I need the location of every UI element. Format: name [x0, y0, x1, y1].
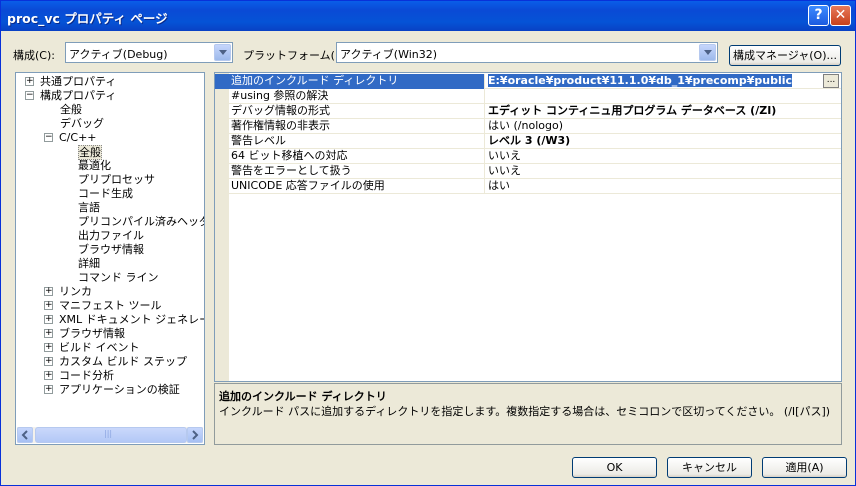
tree-item-label: コード分析 [59, 369, 114, 382]
property-value: E:¥oracle¥product¥11.1.0¥db_1¥precomp¥pu… [488, 74, 793, 87]
scroll-thumb[interactable]: ||| [35, 427, 187, 443]
config-manager-button[interactable]: 構成マネージャ(O)... [729, 45, 841, 66]
platform-label: プラットフォーム(P): [243, 49, 350, 62]
description-text: インクルード パスに追加するディレクトリを指定します。複数指定する場合は、セミコ… [219, 405, 831, 418]
property-value-cell[interactable]: はい (/nologo) [485, 119, 841, 134]
expand-icon[interactable]: + [44, 385, 53, 394]
tree-item-label: C/C++ [59, 131, 97, 144]
expand-icon[interactable]: + [44, 329, 53, 338]
tree-item-label: プリコンパイル済みヘッダー [78, 215, 204, 228]
config-combo[interactable]: アクティブ(Debug) [65, 42, 233, 63]
property-value: はい [488, 179, 510, 192]
property-value-cell[interactable]: E:¥oracle¥product¥11.1.0¥db_1¥precomp¥pu… [485, 74, 841, 89]
category-tree[interactable]: ||| + 共通プロパティ − 構成プロパティ 全般 デバッグ − C/C++ 全般 最適化 プリプ… [15, 72, 205, 445]
tree-item-label: 全般 [78, 145, 102, 160]
tree-item-label: ブラウザ情報 [78, 243, 144, 256]
property-name: 追加のインクルード ディレクトリ [215, 74, 485, 89]
property-value-cell[interactable]: エディット コンティニュ用プログラム データベース (/ZI) [485, 104, 841, 119]
tree-item-label: マニフェスト ツール [59, 299, 162, 312]
chevron-down-icon[interactable] [214, 44, 231, 61]
title-bar[interactable]: proc_vc プロパティ ページ ? ✕ [1, 1, 855, 31]
browse-ellipsis-button[interactable]: ... [823, 74, 839, 88]
property-value: エディット コンティニュ用プログラム データベース (/ZI) [488, 104, 777, 117]
tree-horizontal-scrollbar[interactable]: ||| [17, 427, 203, 443]
tree-item-label: 共通プロパティ [40, 75, 117, 88]
close-button[interactable]: ✕ [830, 5, 851, 26]
scroll-left-button[interactable] [17, 427, 33, 443]
property-row[interactable]: 64 ビット移植への対応 いいえ [215, 149, 841, 164]
property-value-cell[interactable]: いいえ [485, 164, 841, 179]
property-value-cell[interactable]: はい [485, 179, 841, 194]
property-name: デバッグ情報の形式 [215, 104, 485, 119]
property-name: UNICODE 応答ファイルの使用 [215, 179, 485, 194]
tree-item-label: 詳細 [78, 257, 100, 270]
tree-item-label: プリプロセッサ [78, 173, 155, 186]
property-name: 警告をエラーとして扱う [215, 164, 485, 179]
property-value-cell[interactable] [485, 89, 841, 104]
tree-item-label: リンカ [59, 285, 92, 298]
tree-item-label: ビルド イベント [59, 341, 140, 354]
tree-item-label: XML ドキュメント ジェネレータ [59, 313, 205, 326]
property-value: いいえ [488, 149, 521, 162]
expand-icon[interactable]: + [44, 315, 53, 324]
property-value: いいえ [488, 164, 521, 177]
property-value-cell[interactable]: レベル 3 (/W3) [485, 134, 841, 149]
chevron-down-icon[interactable] [699, 44, 716, 61]
property-row[interactable]: デバッグ情報の形式 エディット コンティニュ用プログラム データベース (/ZI) [215, 104, 841, 119]
window-title: proc_vc プロパティ ページ [7, 11, 168, 26]
property-name: 警告レベル [215, 134, 485, 149]
tree-item-label: カスタム ビルド ステップ [59, 355, 187, 368]
platform-combo[interactable]: アクティブ(Win32) [336, 42, 718, 63]
property-name: 64 ビット移植への対応 [215, 149, 485, 164]
property-row[interactable]: 警告レベル レベル 3 (/W3) [215, 134, 841, 149]
tree-item-label: 構成プロパティ [40, 89, 117, 102]
apply-button[interactable]: 適用(A) [762, 457, 847, 478]
scroll-right-button[interactable] [187, 427, 203, 443]
ok-button[interactable]: OK [572, 457, 657, 478]
tree-item-label: 最適化 [78, 159, 111, 172]
expand-icon[interactable]: + [44, 287, 53, 296]
collapse-icon[interactable]: − [44, 133, 53, 142]
property-value: レベル 3 (/W3) [488, 134, 571, 147]
expand-icon[interactable]: + [25, 77, 34, 86]
config-label: 構成(C): [13, 49, 55, 62]
tree-item-label: ブラウザ情報 [59, 327, 125, 340]
property-row[interactable]: UNICODE 応答ファイルの使用 はい [215, 179, 841, 194]
cancel-button[interactable]: キャンセル [667, 457, 752, 478]
description-title: 追加のインクルード ディレクトリ [219, 390, 387, 403]
expand-icon[interactable]: + [44, 343, 53, 352]
tree-item-label: コマンド ライン [78, 271, 159, 284]
tree-item-label: 言語 [78, 201, 100, 214]
property-name: 著作権情報の非表示 [215, 119, 485, 134]
property-row[interactable]: 著作権情報の非表示 はい (/nologo) [215, 119, 841, 134]
property-value-cell[interactable]: いいえ [485, 149, 841, 164]
tree-item-label: デバッグ [60, 117, 104, 130]
help-button[interactable]: ? [808, 5, 829, 26]
property-grid[interactable]: 追加のインクルード ディレクトリ E:¥oracle¥product¥11.1.0… [214, 72, 842, 382]
property-row[interactable]: 追加のインクルード ディレクトリ E:¥oracle¥product¥11.1.0… [215, 74, 841, 89]
scroll-grip: ||| [104, 429, 113, 438]
tree-item-label: 出力ファイル [78, 229, 144, 242]
property-pages-window: proc_vc プロパティ ページ ? ✕ 構成(C): アクティブ(Debug… [0, 0, 856, 486]
description-panel: 追加のインクルード ディレクトリ インクルード パスに追加するディレクトリを指定… [214, 383, 842, 445]
tree-item-label: 全般 [60, 103, 82, 116]
tree-item-label: アプリケーションの検証 [59, 383, 180, 396]
expand-icon[interactable]: + [44, 301, 53, 310]
property-row[interactable]: #using 参照の解決 [215, 89, 841, 104]
property-name: #using 参照の解決 [215, 89, 485, 104]
platform-value: アクティブ(Win32) [340, 48, 438, 61]
property-value: はい (/nologo) [488, 119, 563, 132]
expand-icon[interactable]: + [44, 357, 53, 366]
expand-icon[interactable]: + [44, 371, 53, 380]
collapse-icon[interactable]: − [25, 91, 34, 100]
tree-item-label: コード生成 [78, 187, 133, 200]
property-row[interactable]: 警告をエラーとして扱う いいえ [215, 164, 841, 179]
config-value: アクティブ(Debug) [69, 48, 168, 61]
